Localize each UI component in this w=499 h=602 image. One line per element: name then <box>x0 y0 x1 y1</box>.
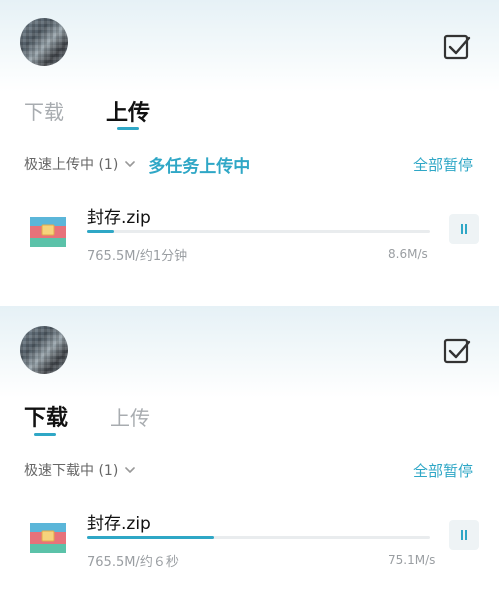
tab-upload[interactable]: 上传 <box>110 402 150 431</box>
upload-panel: 下载 上传 极速上传中 (1) 多任务上传中 全部暂停 封存.zip 765.5… <box>0 0 499 300</box>
pause-all-button[interactable]: 全部暂停 <box>413 460 473 481</box>
transfer-item[interactable]: 封存.zip 765.5M/约６秒 75.1M/s <box>24 509 479 579</box>
transfer-speed: 8.6M/s <box>388 247 428 261</box>
avatar[interactable] <box>20 18 68 66</box>
pause-button[interactable] <box>449 520 479 550</box>
chevron-down-icon[interactable] <box>124 158 136 170</box>
progress-bar <box>87 536 430 539</box>
active-tab-indicator <box>117 127 139 130</box>
tab-download[interactable]: 下载 <box>24 400 68 432</box>
pause-button[interactable] <box>449 214 479 244</box>
pause-all-button[interactable]: 全部暂停 <box>413 154 473 175</box>
header-background <box>0 0 499 92</box>
file-name: 封存.zip <box>87 208 151 228</box>
checkbox-check-icon[interactable] <box>443 34 471 62</box>
archive-zip-icon <box>30 523 66 553</box>
progress-fill <box>87 536 214 539</box>
header-background <box>0 306 499 398</box>
speed-download-label[interactable]: 极速下载中 (1) <box>24 460 118 480</box>
file-size-eta: 765.5M/约６秒 <box>87 555 179 570</box>
upload-status-row: 极速上传中 (1) 多任务上传中 全部暂停 <box>24 152 473 177</box>
download-panel: 下载 上传 极速下载中 (1) 全部暂停 封存.zip 765.5M/约６秒 7… <box>0 306 499 602</box>
speed-upload-label[interactable]: 极速上传中 (1) <box>24 154 118 174</box>
tab-upload[interactable]: 上传 <box>106 95 150 127</box>
file-size-eta: 765.5M/约1分钟 <box>87 249 188 264</box>
avatar[interactable] <box>20 326 68 374</box>
archive-zip-icon <box>30 217 66 247</box>
progress-bar <box>87 230 430 233</box>
download-status-row: 极速下载中 (1) 全部暂停 <box>24 458 473 482</box>
progress-fill <box>87 230 115 233</box>
active-tab-indicator <box>34 433 56 436</box>
transfer-speed: 75.1M/s <box>388 553 436 567</box>
pause-icon <box>461 224 463 234</box>
chevron-down-icon[interactable] <box>124 464 136 476</box>
transfer-item[interactable]: 封存.zip 765.5M/约1分钟 8.6M/s <box>24 203 479 273</box>
pause-icon <box>461 530 463 540</box>
multi-task-label[interactable]: 多任务上传中 <box>148 152 250 177</box>
file-name: 封存.zip <box>87 514 151 534</box>
tab-download[interactable]: 下载 <box>24 96 64 125</box>
checkbox-check-icon[interactable] <box>443 338 471 366</box>
